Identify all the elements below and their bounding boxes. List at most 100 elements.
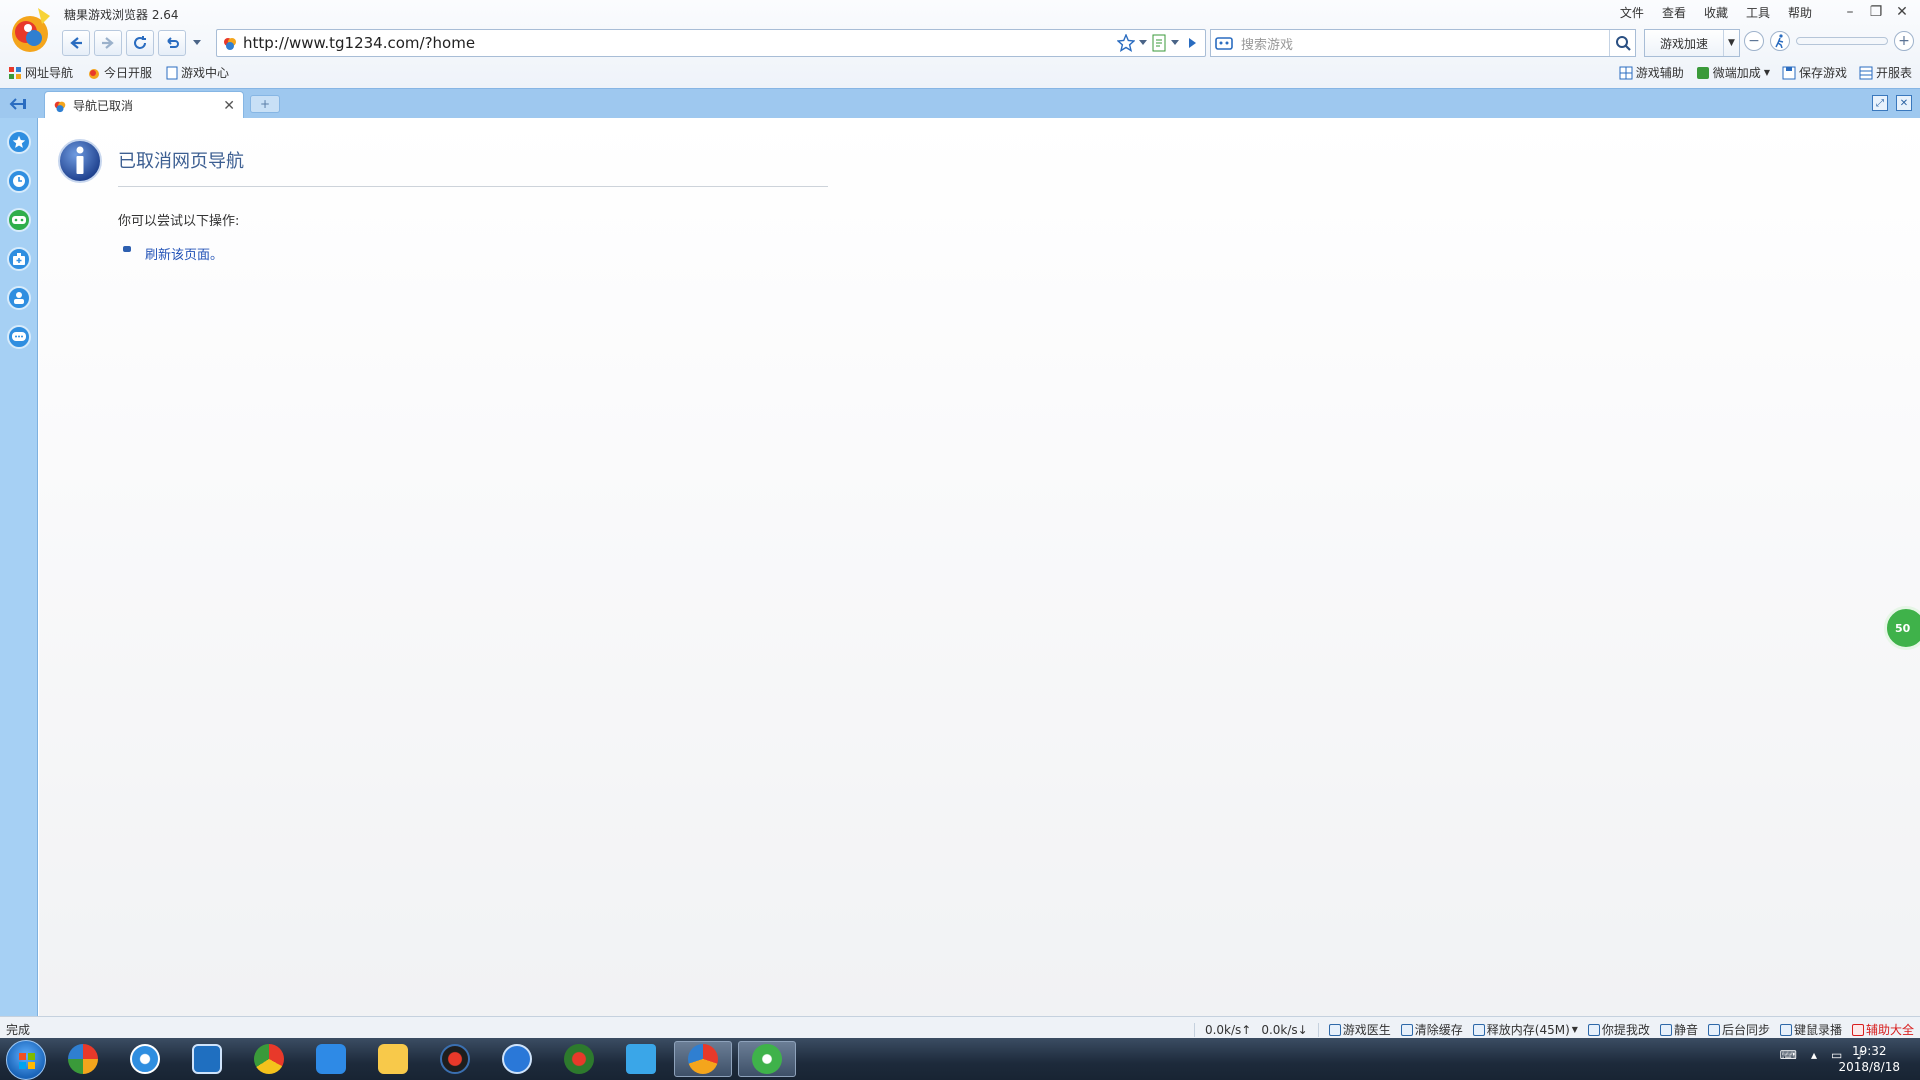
candy-browser-icon — [688, 1044, 718, 1074]
forward-button[interactable] — [94, 30, 122, 56]
runner-icon[interactable] — [1770, 31, 1790, 51]
back-button[interactable] — [62, 30, 90, 56]
doctor-icon — [1328, 1023, 1341, 1036]
close-tab-icon[interactable]: ✕ — [223, 98, 235, 114]
menu-help[interactable]: 帮助 — [1788, 4, 1812, 21]
taskbar-app-4[interactable] — [240, 1041, 298, 1077]
maximize-page-icon[interactable]: ⤢ — [1872, 95, 1888, 111]
site-icon — [54, 101, 66, 112]
menu-tools[interactable]: 工具 — [1746, 4, 1770, 21]
tool-server-list[interactable]: 开服表 — [1859, 64, 1912, 81]
mute-button[interactable]: 静音 — [1659, 1021, 1698, 1038]
grid-icon — [9, 66, 21, 79]
keyboard-icon[interactable]: ⌨ — [1780, 1048, 1797, 1062]
favorites-star-icon[interactable] — [7, 130, 31, 154]
game-accelerate-dropdown[interactable]: 游戏加速 ▼ — [1644, 29, 1740, 57]
game-doctor-button[interactable]: 游戏医生 — [1328, 1021, 1391, 1038]
caret-down-icon — [193, 40, 201, 45]
tray-expand-icon[interactable]: ▴ — [1811, 1048, 1817, 1062]
history-clock-icon[interactable] — [7, 169, 31, 193]
close-window-button[interactable]: ✕ — [1892, 2, 1912, 22]
minus-button[interactable]: − — [1744, 31, 1764, 51]
tool-save-game[interactable]: 保存游戏 — [1782, 64, 1847, 81]
free-memory-button[interactable]: 释放内存(45M) ▼ — [1472, 1021, 1578, 1038]
bookmark-nav[interactable]: 网址导航 — [8, 64, 73, 81]
close-all-icon[interactable]: ✕ — [1896, 95, 1912, 111]
memory-icon — [1472, 1023, 1485, 1036]
candy-icon — [89, 68, 100, 79]
go-icon[interactable] — [1183, 34, 1201, 52]
bookmark-game-center[interactable]: 游戏中心 — [166, 64, 229, 81]
search-button[interactable] — [1609, 30, 1635, 56]
info-icon — [58, 139, 102, 183]
taskbar-app-8[interactable] — [488, 1041, 546, 1077]
feedback-button[interactable]: 你提我改 — [1587, 1021, 1650, 1038]
taskbar-app-1[interactable] — [54, 1041, 112, 1077]
tab-controls: ⤢ ✕ — [1872, 95, 1912, 111]
taskbar-app-green[interactable] — [738, 1041, 796, 1077]
windows-logo-icon — [19, 1053, 35, 1069]
clock[interactable]: 19:32 2018/8/18 — [1838, 1043, 1900, 1075]
floating-badge[interactable]: 50 — [1884, 606, 1920, 650]
new-tab-button[interactable]: + — [250, 95, 280, 113]
taskbar-app-7[interactable] — [426, 1041, 484, 1077]
chevron-down-icon[interactable]: ▼ — [1723, 30, 1739, 56]
sidebar-toggle-button[interactable] — [6, 94, 30, 114]
background-sync-button[interactable]: 后台同步 — [1707, 1021, 1770, 1038]
search-input[interactable]: 搜索游戏 — [1237, 34, 1609, 53]
start-button[interactable] — [6, 1040, 46, 1080]
restore-button[interactable]: ❐ — [1866, 2, 1886, 22]
multicolor-app-icon — [68, 1044, 98, 1074]
search-icon — [1615, 36, 1631, 51]
caret-down-icon[interactable]: ▼ — [1764, 68, 1770, 77]
media-player-icon — [130, 1044, 160, 1074]
assist-icon — [1851, 1023, 1864, 1036]
taskbar-app-9[interactable] — [550, 1041, 608, 1077]
caret-down-icon[interactable] — [1139, 40, 1147, 46]
tool-micro-client[interactable]: 微端加成 ▼ — [1696, 64, 1770, 81]
error-heading: 已取消网页导航 — [118, 151, 244, 172]
menu-favorites[interactable]: 收藏 — [1704, 4, 1728, 21]
taskbar-app-6[interactable] — [364, 1041, 422, 1077]
games-gamepad-icon[interactable] — [7, 208, 31, 232]
tool-game-assist[interactable]: 游戏辅助 — [1619, 64, 1684, 81]
grid-icon — [1619, 66, 1633, 79]
url-text[interactable]: http://www.tg1234.com/?home — [243, 34, 1117, 52]
tab-strip: 导航已取消 ✕ + ⤢ ✕ — [0, 88, 1920, 119]
status-text: 完成 — [6, 1023, 31, 1037]
tab-active[interactable]: 导航已取消 ✕ — [44, 91, 244, 119]
undo-dropdown[interactable] — [190, 30, 204, 56]
page-icon[interactable] — [1151, 34, 1167, 52]
menu-file[interactable]: 文件 — [1620, 4, 1644, 21]
minimize-button[interactable]: – — [1840, 2, 1860, 22]
bookmark-today-servers[interactable]: 今日开服 — [87, 64, 152, 81]
input-record-button[interactable]: 键鼠录播 — [1779, 1021, 1842, 1038]
nav-buttons — [62, 29, 208, 57]
undo-close-button[interactable] — [158, 30, 186, 56]
refresh-button[interactable] — [126, 30, 154, 56]
caret-down-icon[interactable] — [1171, 40, 1179, 46]
gamepad-icon — [1215, 37, 1233, 50]
address-bar[interactable]: http://www.tg1234.com/?home — [216, 29, 1206, 57]
menu-view[interactable]: 查看 — [1662, 4, 1686, 21]
refresh-page-link[interactable]: 刷新该页面。 — [145, 244, 223, 263]
error-hint: 你可以尝试以下操作: — [118, 214, 240, 229]
search-box[interactable]: 搜索游戏 — [1210, 29, 1636, 57]
assist-collection-button[interactable]: 辅助大全 — [1851, 1021, 1914, 1038]
toolbox-icon[interactable] — [7, 247, 31, 271]
taskbar-app-3[interactable] — [178, 1041, 236, 1077]
clear-cache-button[interactable]: 清除缓存 — [1400, 1021, 1463, 1038]
taskbar-app-candy-browser[interactable] — [674, 1041, 732, 1077]
upload-speed: 0.0k/s↑ — [1204, 1022, 1252, 1037]
taskbar-app-2[interactable] — [116, 1041, 174, 1077]
plus-button[interactable]: + — [1894, 31, 1914, 51]
taskbar-app-5[interactable] — [302, 1041, 360, 1077]
taskbar-app-10[interactable] — [612, 1041, 670, 1077]
tab-title: 导航已取消 — [73, 99, 134, 113]
chat-icon[interactable] — [7, 325, 31, 349]
star-icon[interactable] — [1117, 34, 1135, 52]
caret-down-icon[interactable]: ▼ — [1572, 1025, 1578, 1034]
speed-slider[interactable] — [1796, 37, 1888, 45]
search-engine-selector[interactable] — [1211, 35, 1237, 51]
user-icon[interactable] — [7, 286, 31, 310]
